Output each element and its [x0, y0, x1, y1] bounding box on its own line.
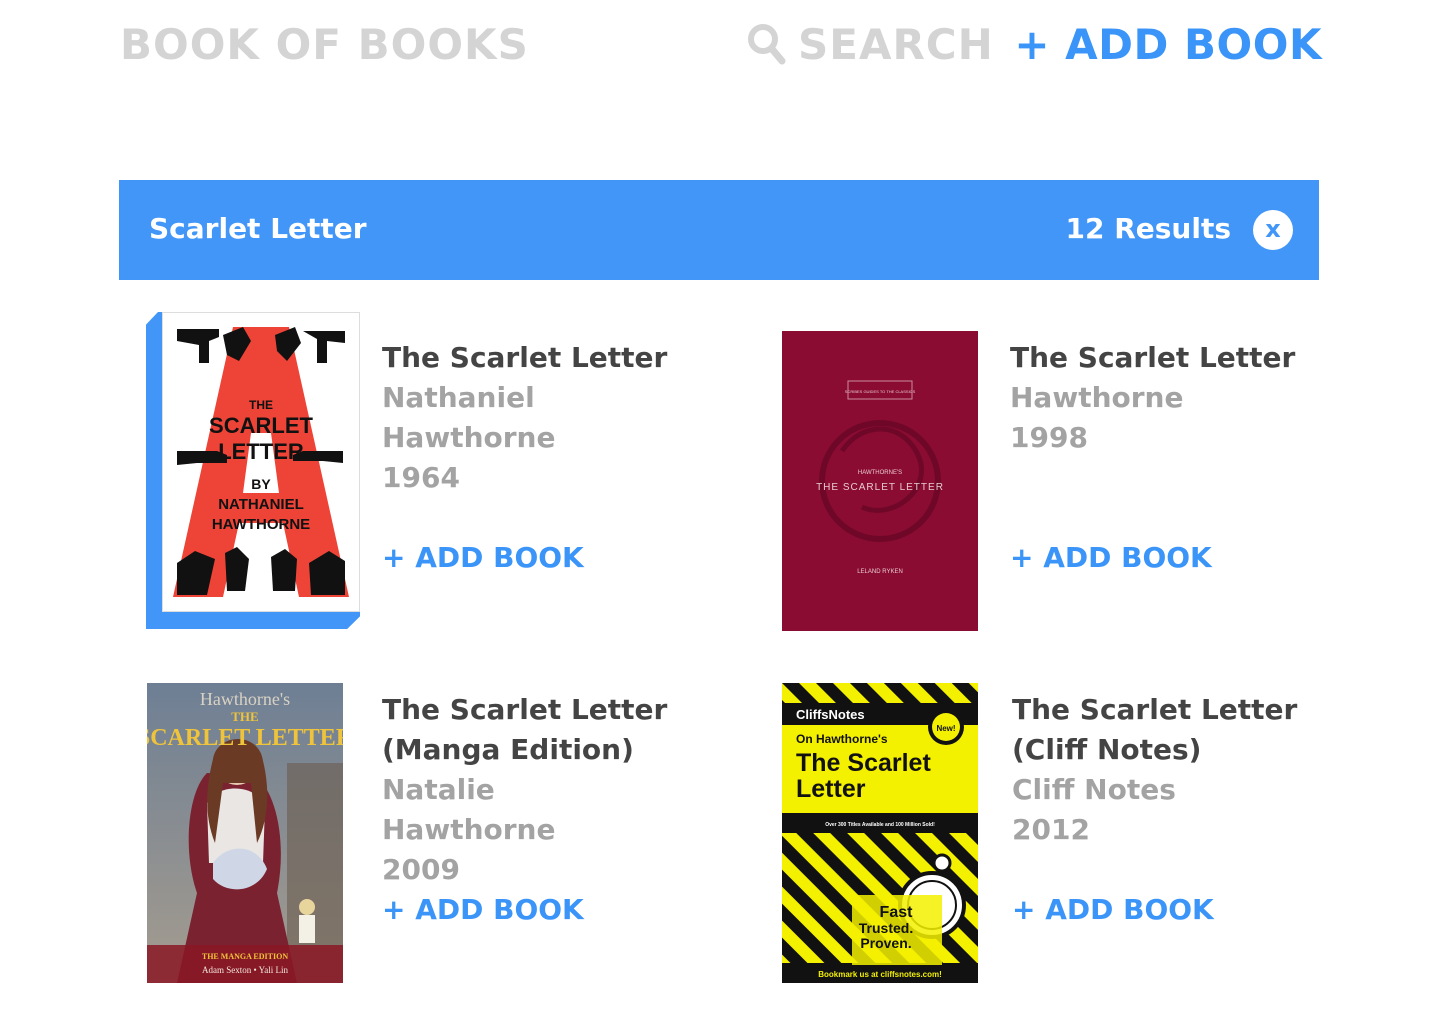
cover-text: Hawthorne's — [200, 689, 290, 709]
results-count: 12 Results — [1065, 212, 1231, 245]
book-title[interactable]: The Scarlet Letter (Manga Edition) — [382, 690, 712, 770]
cover-text: HAWTHORNE'S — [858, 470, 902, 476]
book-cover[interactable]: Hawthorne's THE SCARLET LETTER THE MANGA… — [147, 683, 343, 983]
book-year: 2009 — [382, 853, 460, 886]
top-nav: BOOK OF BOOKS SEARCH + ADD BOOK — [0, 0, 1440, 90]
cover-text: Fast — [880, 904, 914, 921]
cover-text: SCARLET — [209, 413, 313, 438]
cover-text: Letter — [796, 775, 866, 803]
cover-text: THE — [249, 398, 273, 412]
result-info: The Scarlet Letter (Cliff Notes) Cliff N… — [1012, 690, 1342, 930]
search-icon — [748, 24, 786, 65]
cover-text: THE — [231, 709, 258, 724]
cover-text: SCARLET LETTER — [147, 725, 343, 751]
cover-text: The Scarlet — [796, 749, 931, 777]
book-author: Cliff Notes — [1012, 773, 1176, 806]
book-title[interactable]: The Scarlet Letter — [1010, 338, 1340, 378]
result-info: The Scarlet Letter Nathaniel Hawthorne 1… — [382, 338, 712, 578]
brand-logo-text[interactable]: BOOK OF BOOKS — [120, 20, 529, 69]
book-author: Natalie Hawthorne — [382, 773, 556, 846]
book-author: Hawthorne — [1010, 381, 1184, 414]
add-book-button[interactable]: + ADD BOOK — [1010, 538, 1212, 578]
close-icon: x — [1265, 215, 1281, 243]
cover-text: THE SCARLET LETTER — [816, 482, 944, 493]
book-cover[interactable]: THE SCARLET LETTER BY NATHANIEL HAWTHORN… — [162, 312, 360, 612]
cover-text: Adam Sexton • Yali Lin — [202, 965, 288, 975]
search-results-bar: Scarlet Letter 12 Results x — [119, 180, 1319, 280]
add-book-button[interactable]: + ADD BOOK — [382, 538, 584, 578]
book-year: 2012 — [1012, 813, 1090, 846]
cover-text: THE MANGA EDITION — [202, 952, 288, 961]
cover-art-scarlet-a: THE SCARLET LETTER BY NATHANIEL HAWTHORN… — [163, 313, 359, 611]
cover-text: Over 300 Titles Available and 100 Millio… — [825, 822, 935, 828]
cover-text: SCRIBES GUIDES TO THE CLASSICS — [845, 389, 916, 394]
cover-art-manga: Hawthorne's THE SCARLET LETTER THE MANGA… — [147, 683, 343, 983]
search-label: SEARCH — [798, 19, 994, 69]
clear-search-button[interactable]: x — [1253, 210, 1293, 250]
cover-text: LETTER — [218, 439, 304, 464]
book-title[interactable]: The Scarlet Letter — [382, 338, 712, 378]
cover-text: HAWTHORNE — [212, 516, 310, 533]
book-title[interactable]: The Scarlet Letter (Cliff Notes) — [1012, 690, 1342, 770]
add-book-button[interactable]: + ADD BOOK — [382, 890, 584, 930]
book-cover[interactable]: CliffsNotes New! On Hawthorne's The Scar… — [782, 683, 978, 983]
book-year: 1964 — [382, 461, 460, 494]
cover-text: CliffsNotes — [796, 707, 865, 722]
cover-art-maroon: SCRIBES GUIDES TO THE CLASSICS HAWTHORNE… — [782, 331, 978, 631]
book-cover[interactable]: SCRIBES GUIDES TO THE CLASSICS HAWTHORNE… — [782, 331, 978, 631]
cover-text: BY — [251, 476, 271, 492]
cover-text: New! — [936, 724, 955, 733]
result-info: The Scarlet Letter (Manga Edition) Natal… — [382, 690, 712, 930]
cover-text: On Hawthorne's — [796, 732, 888, 746]
cover-text: Trusted. — [859, 920, 913, 936]
result-info: The Scarlet Letter Hawthorne 1998 + ADD … — [1010, 338, 1340, 578]
cover-text: Proven. — [860, 935, 911, 951]
add-book-button[interactable]: + ADD BOOK — [1012, 890, 1214, 930]
add-book-button[interactable]: + ADD BOOK — [1014, 20, 1322, 69]
search-query-text: Scarlet Letter — [149, 212, 367, 245]
search-button[interactable]: SEARCH — [746, 19, 994, 69]
cover-text: NATHANIEL — [218, 496, 304, 513]
cover-art-cliffsnotes: CliffsNotes New! On Hawthorne's The Scar… — [782, 683, 978, 983]
cover-text: LELAND RYKEN — [857, 569, 903, 575]
cover-text: Bookmark us at cliffsnotes.com! — [818, 970, 942, 979]
book-year: 1998 — [1010, 421, 1088, 454]
book-author: Nathaniel Hawthorne — [382, 381, 556, 454]
